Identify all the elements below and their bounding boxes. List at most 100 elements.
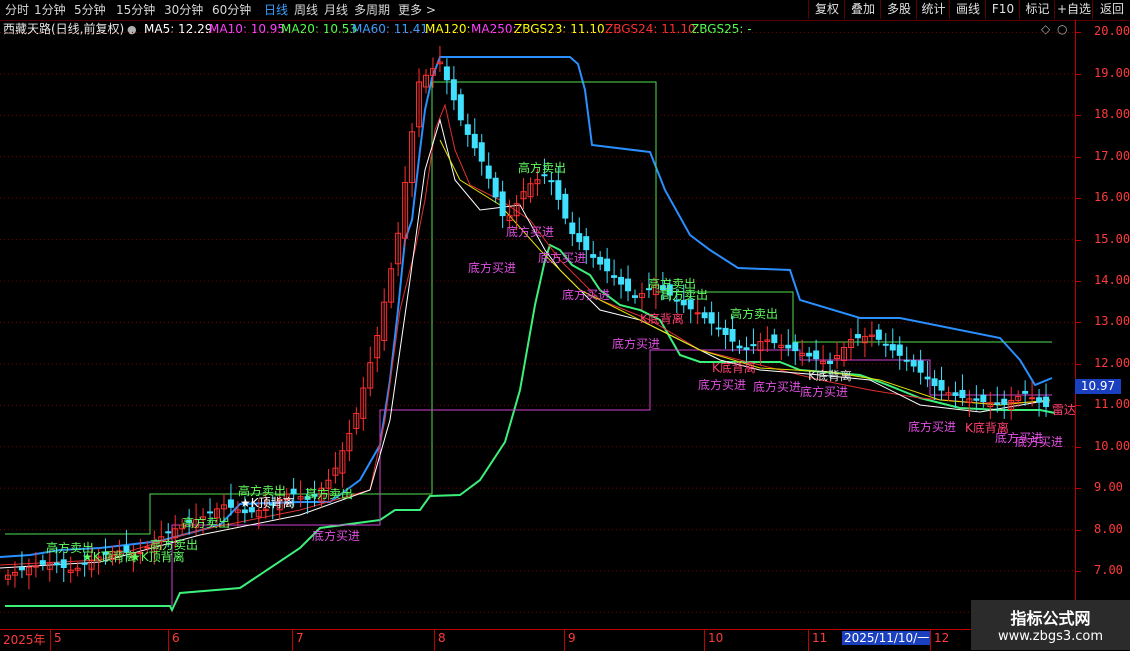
period-tab-3[interactable]: 5分钟 [74, 2, 106, 18]
period-tab-8[interactable]: 周线 [294, 2, 318, 18]
signal-label: 底方买进 [753, 379, 801, 394]
period-tab-daily[interactable]: 日线 [264, 2, 288, 18]
multi-stock-button[interactable]: 多股 [880, 0, 917, 19]
y-tick-label: 20.00 [1094, 24, 1130, 39]
candle-body [924, 376, 931, 380]
candle-body [569, 222, 576, 235]
period-tab-2[interactable]: 1分钟 [34, 2, 66, 18]
signal-label: K底背离 [808, 368, 852, 383]
candle-body [882, 343, 889, 346]
f10-button[interactable]: F10 [985, 0, 1020, 19]
zbgs25-line [5, 81, 1052, 535]
x-label-jun: 6 [172, 631, 180, 645]
mark-button[interactable]: 标记 [1019, 0, 1055, 19]
x-sep [808, 630, 809, 651]
candle-body [457, 94, 464, 121]
candle-body [889, 344, 896, 351]
candle-body [806, 352, 813, 357]
x-label-nov: 11 [812, 631, 828, 645]
y-tick-mark [1076, 488, 1081, 490]
y-tick-label: 11.00 [1094, 397, 1130, 412]
candle-body [903, 359, 910, 362]
period-tab-10[interactable]: 多周期 [354, 2, 390, 18]
x-label-aug: 8 [438, 631, 446, 645]
y-tick-label: 7.00 [1094, 563, 1123, 577]
signal-label: 高方卖出 [182, 515, 230, 530]
x-label-dec: 12 [934, 631, 950, 645]
period-tab-6[interactable]: 60分钟 [212, 2, 251, 18]
watermark-url: www.zbgs3.com [997, 629, 1104, 644]
candle-body [165, 531, 172, 534]
kline-chart-svg: 高方卖出★K顶背离高方卖出★K顶背离高方卖出高方卖出 高方卖出★K顶背离底方买进高… [0, 31, 1076, 613]
period-toolbar: 分时 1分钟 5分钟 15分钟 30分钟 60分钟 日线 周线 月线 多周期 更… [0, 0, 1130, 21]
y-tick-label: 8.00 [1094, 521, 1123, 536]
candle-body [583, 236, 590, 251]
signal-label: 底方买进 [800, 384, 848, 399]
x-label-year: 2025年 [3, 633, 46, 647]
candle-body [18, 567, 25, 571]
period-tab-9[interactable]: 月线 [324, 2, 348, 18]
candle-body [555, 180, 562, 200]
signal-label: 高方卖出 [518, 160, 566, 175]
signal-label: 底方买进 [312, 528, 360, 543]
candle-body [715, 327, 722, 330]
adjust-button[interactable]: 复权 [808, 0, 845, 19]
candle-body [694, 312, 701, 315]
candle-body [590, 254, 597, 258]
overlay-button[interactable]: 叠加 [844, 0, 881, 19]
date-axis: 2025年 5 6 7 8 9 10 11 2025/11/10/一 12 [0, 629, 1075, 651]
candle-body [952, 392, 959, 396]
ma60-line [0, 56, 1053, 558]
y-tick-mark [1076, 73, 1081, 75]
statistics-button[interactable]: 统计 [916, 0, 950, 19]
y-tick-mark [1076, 363, 1081, 365]
candle-body [792, 342, 799, 352]
candle-body [597, 256, 604, 265]
signal-label: 底方买进 [562, 287, 610, 302]
y-tick-mark [1076, 239, 1081, 241]
candle-body [576, 233, 583, 243]
more-periods-menu[interactable]: 更多 > [398, 2, 436, 18]
y-tick-mark [1076, 405, 1081, 407]
candle-body [743, 347, 750, 351]
candle-body [736, 345, 743, 349]
candle-body [499, 191, 506, 217]
period-tab-4[interactable]: 15分钟 [116, 2, 155, 18]
candle-body [722, 327, 729, 335]
candle-body [464, 124, 471, 135]
site-watermark: 指标公式网 www.zbgs3.com [971, 600, 1130, 650]
candle-body [241, 509, 248, 514]
candle-body [207, 511, 214, 514]
price-axis: 20.00 19.00 18.00 17.00 16.00 15.00 14.00 13.00… [1075, 20, 1130, 629]
candle-body [290, 488, 297, 495]
candle-body [854, 334, 861, 339]
candle-body [785, 344, 792, 349]
x-sep [704, 630, 705, 651]
y-tick-label: 18.00 [1094, 107, 1130, 122]
back-button[interactable]: 返回 [1092, 0, 1130, 19]
y-tick-label: 13.00 [1094, 314, 1130, 329]
add-watchlist-button[interactable]: +自选 [1054, 0, 1093, 19]
signal-label: ★K顶背离 [82, 549, 137, 564]
candle-body [485, 165, 492, 179]
candle-body [548, 180, 555, 183]
kline-chart[interactable]: 高方卖出 ★K顶背离 高方卖出 ★K顶背离 高方卖出 高方卖出 高方卖出 ★K顶背离 底方买进高… [0, 20, 1076, 629]
y-tick-label: 14.00 [1094, 273, 1130, 287]
candle-body [750, 344, 757, 347]
x-label-jul: 7 [296, 631, 304, 645]
candle-body [39, 560, 46, 565]
candle-body [611, 275, 618, 278]
x-sep [292, 630, 293, 651]
y-tick-mark [1076, 156, 1081, 158]
x-label-may: 5 [54, 631, 62, 645]
draw-line-button[interactable]: 画线 [949, 0, 986, 19]
period-tab-5[interactable]: 30分钟 [164, 2, 203, 18]
candle-body [827, 360, 834, 365]
x-sep [168, 630, 169, 651]
y-tick-label: 12.00 [1094, 355, 1130, 370]
signal-label: 底方买进 [506, 224, 554, 239]
signal-label: 底方买进 [1015, 434, 1063, 449]
period-tab-1[interactable]: 分时 [5, 2, 29, 18]
y-tick-label: 16.00 [1094, 190, 1130, 205]
candle-body [973, 398, 980, 401]
